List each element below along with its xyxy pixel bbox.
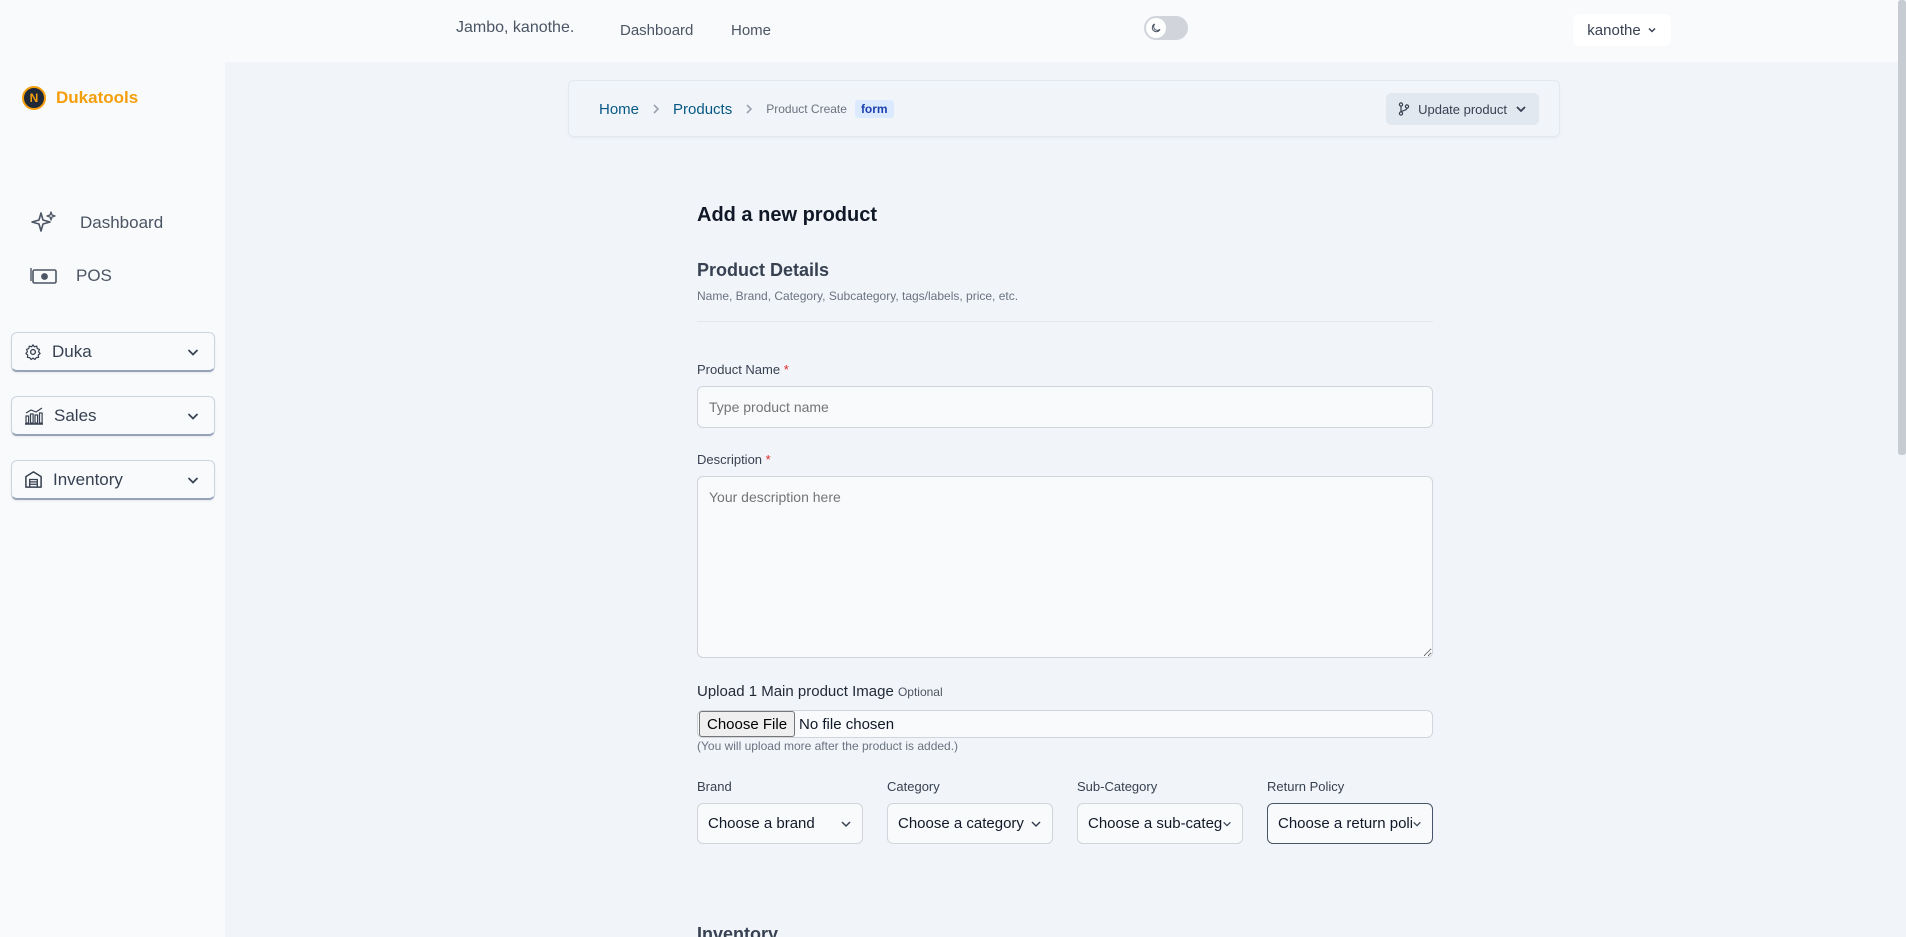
choose-file-button[interactable]: Choose File	[699, 711, 796, 737]
brand-logo: N	[22, 86, 46, 110]
sidebar-item-dashboard[interactable]: Dashboard	[30, 209, 163, 237]
chevron-right-icon	[651, 103, 661, 115]
section-title: Product Details	[697, 260, 830, 280]
section-subtitle: Name, Brand, Category, Subcategory, tags…	[697, 289, 1019, 303]
brand-select-value: Choose a brand	[708, 815, 815, 832]
inventory-section-title: Inventory	[697, 924, 779, 937]
nav-link-home[interactable]: Home	[731, 22, 771, 39]
update-product-button[interactable]: Update product	[1386, 93, 1539, 125]
top-navbar: Jambo, kanothe. Dashboard Home kanothe	[0, 0, 1906, 62]
sidebar-group-sales[interactable]: Sales	[11, 396, 215, 436]
brand[interactable]: N Dukatools	[22, 86, 138, 110]
brand-name: Dukatools	[56, 88, 139, 107]
chevron-down-icon	[186, 409, 200, 423]
sidebar-item-label: POS	[76, 266, 112, 285]
sidebar-group-label: Duka	[52, 341, 92, 361]
sub-category-select[interactable]: Choose a sub-category	[1077, 803, 1243, 844]
sidebar-group-label: Inventory	[53, 469, 123, 489]
brand-label: Brand	[697, 779, 732, 794]
category-select[interactable]: Choose a category	[887, 803, 1053, 844]
sidebar-group-label: Sales	[54, 405, 97, 425]
sidebar: N Dukatools Dashboard POS Duka Sales Inv…	[0, 62, 225, 937]
git-branch-icon	[1398, 102, 1410, 116]
sidebar-item-pos[interactable]: POS	[30, 266, 112, 286]
breadcrumb-bar: Home Products Product Create form Update…	[568, 80, 1560, 137]
upload-image-label: Upload 1 Main product Image Optional	[697, 683, 943, 700]
sidebar-group-duka[interactable]: Duka	[11, 332, 215, 372]
user-name: kanothe	[1587, 21, 1641, 39]
chevron-down-icon	[1515, 103, 1527, 115]
chevron-down-icon	[1647, 25, 1657, 35]
description-label: Description *	[697, 452, 771, 467]
sidebar-item-label: Dashboard	[80, 213, 164, 232]
category-select-value: Choose a category	[898, 815, 1024, 832]
nav-link-dashboard[interactable]: Dashboard	[620, 22, 693, 39]
divider	[697, 321, 1433, 322]
moon-icon	[1146, 18, 1166, 38]
description-textarea[interactable]	[697, 476, 1433, 658]
bar-chart-icon	[24, 407, 44, 425]
file-hint: (You will upload more after the product …	[697, 739, 959, 753]
brand-select[interactable]: Choose a brand	[697, 803, 863, 844]
chevron-down-icon	[840, 818, 852, 830]
chevron-down-icon	[186, 345, 200, 359]
sparkles-icon	[30, 209, 58, 237]
gear-icon	[24, 343, 42, 361]
sidebar-group-inventory[interactable]: Inventory	[11, 460, 215, 500]
main-image-file-input[interactable]: Choose File No file chosen	[697, 710, 1433, 738]
cash-icon	[30, 266, 58, 286]
category-label: Category	[887, 779, 940, 794]
chevron-right-icon	[744, 103, 754, 115]
chevron-down-icon	[1030, 818, 1042, 830]
user-menu[interactable]: kanothe	[1573, 14, 1671, 46]
form-badge: form	[854, 100, 894, 118]
warehouse-icon	[24, 470, 43, 489]
page-title: Add a new product	[697, 204, 877, 226]
required-mark: *	[783, 362, 789, 377]
update-product-label: Update product	[1418, 101, 1507, 117]
return-policy-select[interactable]: Choose a return policy	[1267, 803, 1433, 844]
product-name-input[interactable]	[697, 386, 1433, 428]
product-name-label: Product Name *	[697, 362, 789, 377]
sub-category-label: Sub-Category	[1077, 779, 1158, 794]
greeting-text: Jambo, kanothe.	[456, 19, 575, 36]
required-mark: *	[765, 452, 771, 467]
sub-category-select-value: Choose a sub-category	[1088, 815, 1222, 832]
breadcrumb-home[interactable]: Home	[599, 101, 639, 118]
optional-tag: Optional	[897, 685, 943, 699]
breadcrumb-current: Product Create	[766, 102, 847, 116]
page-scrollbar[interactable]	[1898, 0, 1906, 455]
return-policy-select-value: Choose a return policy	[1278, 815, 1412, 832]
chevron-down-icon	[186, 473, 200, 487]
theme-toggle[interactable]	[1144, 16, 1188, 40]
file-status: No file chosen	[799, 715, 895, 733]
chevron-down-icon	[1412, 818, 1422, 830]
breadcrumb-products[interactable]: Products	[673, 101, 732, 118]
breadcrumb: Home Products Product Create form	[599, 100, 894, 118]
return-policy-label: Return Policy	[1267, 779, 1345, 794]
chevron-down-icon	[1222, 818, 1232, 830]
